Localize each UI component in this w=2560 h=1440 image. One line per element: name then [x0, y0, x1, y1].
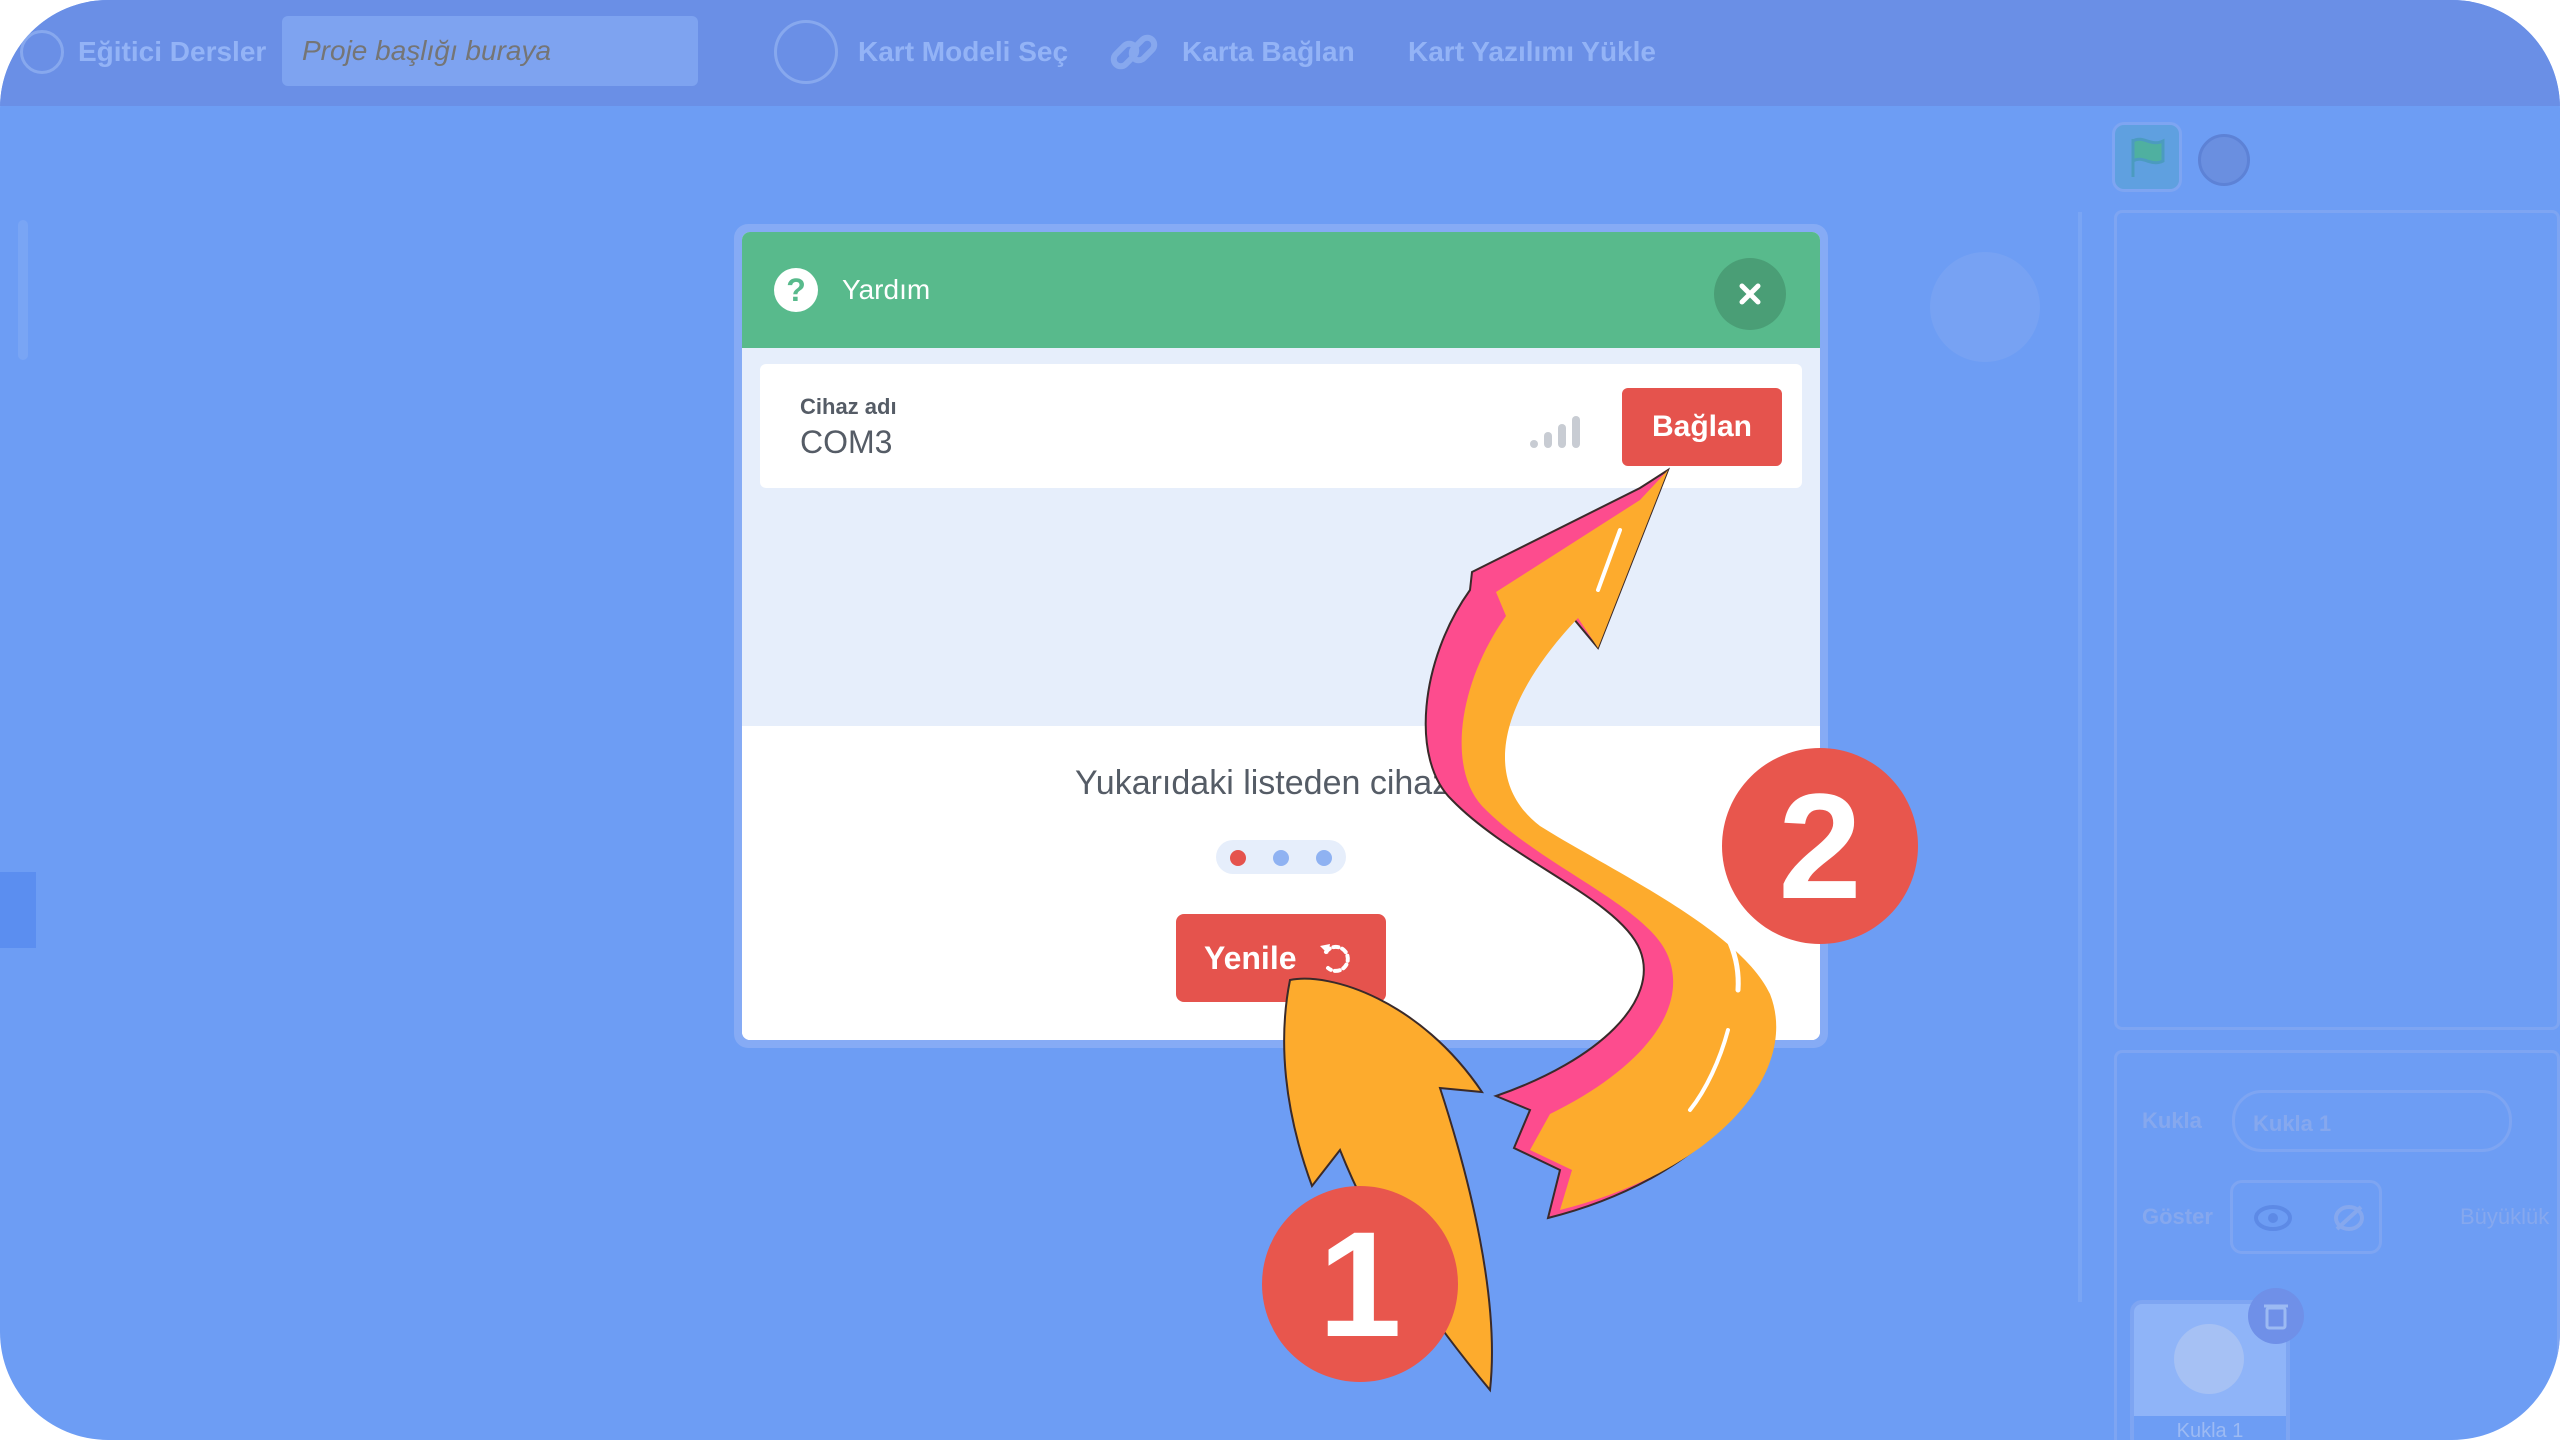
modal-title: Yardım [842, 274, 931, 305]
eye-hidden-icon [2334, 1205, 2364, 1231]
stage-divider [2078, 212, 2082, 1302]
signal-strength-icon [1530, 408, 1586, 448]
device-row: Cihaz adı COM3 Bağlan [760, 364, 1802, 488]
board-icon [774, 20, 838, 84]
project-title-input[interactable] [282, 16, 698, 86]
delete-sprite-button[interactable] [2248, 1288, 2304, 1344]
refresh-label: Yenile [1204, 940, 1297, 976]
flag-icon [2131, 137, 2165, 177]
sprite-stage-icon [1930, 252, 2040, 362]
progress-dots [1216, 840, 1346, 874]
stage-area [2114, 210, 2560, 1030]
upload-firmware-menu[interactable]: Kart Yazılımı Yükle [1408, 32, 1656, 72]
tutorials-icon [20, 30, 64, 74]
side-tab[interactable] [0, 872, 36, 948]
instruction-tail: ın [1458, 764, 1488, 802]
connect-board-menu[interactable]: Karta Bağlan [1182, 32, 1355, 72]
sprite-thumb-label: Kukla 1 [2134, 1416, 2286, 1440]
close-icon [1739, 283, 1761, 305]
green-flag-button[interactable] [2112, 122, 2182, 192]
sprite-name-input[interactable]: Kukla 1 [2232, 1090, 2512, 1152]
sprite-name-value: Kukla 1 [2253, 1111, 2332, 1136]
show-label: Göster [2142, 1204, 2213, 1229]
refresh-button[interactable]: Yenile [1176, 914, 1386, 1002]
connect-modal: ? Yardım Cihaz adı COM3 Bağlan Yukarıdak… [742, 232, 1820, 1040]
progress-dot-2 [1273, 850, 1289, 866]
modal-footer: Yukarıdaki listeden cihazıın Yenile [742, 726, 1820, 1040]
connect-button[interactable]: Bağlan [1622, 388, 1782, 466]
instruction-main: Yukarıdaki listeden cihazı [1074, 764, 1459, 802]
instruction-text: Yukarıdaki listeden cihazıın [742, 764, 1820, 803]
size-label: Büyüklük [2460, 1204, 2550, 1229]
link-icon [1104, 22, 1164, 82]
help-icon: ? [774, 268, 818, 312]
progress-dot-1 [1230, 850, 1246, 866]
menu-bar: Eğitici Dersler Kart Modeli Seç Karta Ba… [0, 0, 2560, 106]
close-button[interactable] [1714, 258, 1786, 330]
visibility-toggle[interactable] [2230, 1180, 2382, 1254]
tutorials-menu[interactable]: Eğitici Dersler [78, 32, 266, 72]
eye-icon [2254, 1205, 2292, 1231]
board-select-menu[interactable]: Kart Modeli Seç [858, 32, 1068, 72]
sprite-label: Kukla [2142, 1108, 2202, 1133]
sprite-thumb-icon [2174, 1324, 2244, 1394]
progress-dot-3 [1316, 850, 1332, 866]
modal-header: ? Yardım [742, 232, 1820, 348]
stop-button[interactable] [2198, 134, 2250, 186]
device-name-label: Cihaz adı [800, 394, 897, 419]
refresh-icon [1320, 944, 1350, 973]
trash-icon [2264, 1304, 2288, 1330]
device-name: COM3 [800, 424, 893, 460]
scrollbar[interactable] [18, 220, 28, 360]
